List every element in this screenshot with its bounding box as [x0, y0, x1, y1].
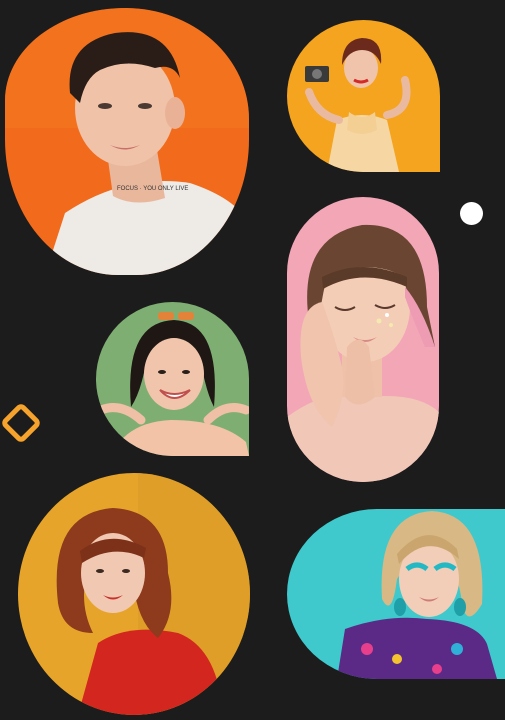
- portrait-photo-icon: [287, 197, 439, 482]
- portrait-woman-pink[interactable]: [287, 197, 439, 482]
- portrait-woman-turquoise[interactable]: [287, 509, 505, 679]
- orange-diamond-decoration: [0, 401, 43, 445]
- portrait-woman-gold[interactable]: [18, 473, 250, 715]
- portrait-woman-camera[interactable]: [287, 20, 440, 172]
- shirt-print-text: FOCUS · YOU ONLY LIVE: [117, 186, 188, 192]
- portrait-photo-icon: [287, 509, 505, 679]
- portrait-photo-icon: FOCUS · YOU ONLY LIVE: [5, 8, 249, 275]
- portrait-photo-icon: [18, 473, 250, 715]
- portrait-man-orange[interactable]: FOCUS · YOU ONLY LIVE: [5, 8, 249, 275]
- white-dot-decoration: [460, 202, 483, 225]
- portrait-photo-icon: [287, 20, 440, 172]
- photo-collage: FOCUS · YOU ONLY LIVE: [0, 0, 505, 720]
- portrait-woman-green[interactable]: [96, 302, 249, 456]
- portrait-photo-icon: [96, 302, 249, 456]
